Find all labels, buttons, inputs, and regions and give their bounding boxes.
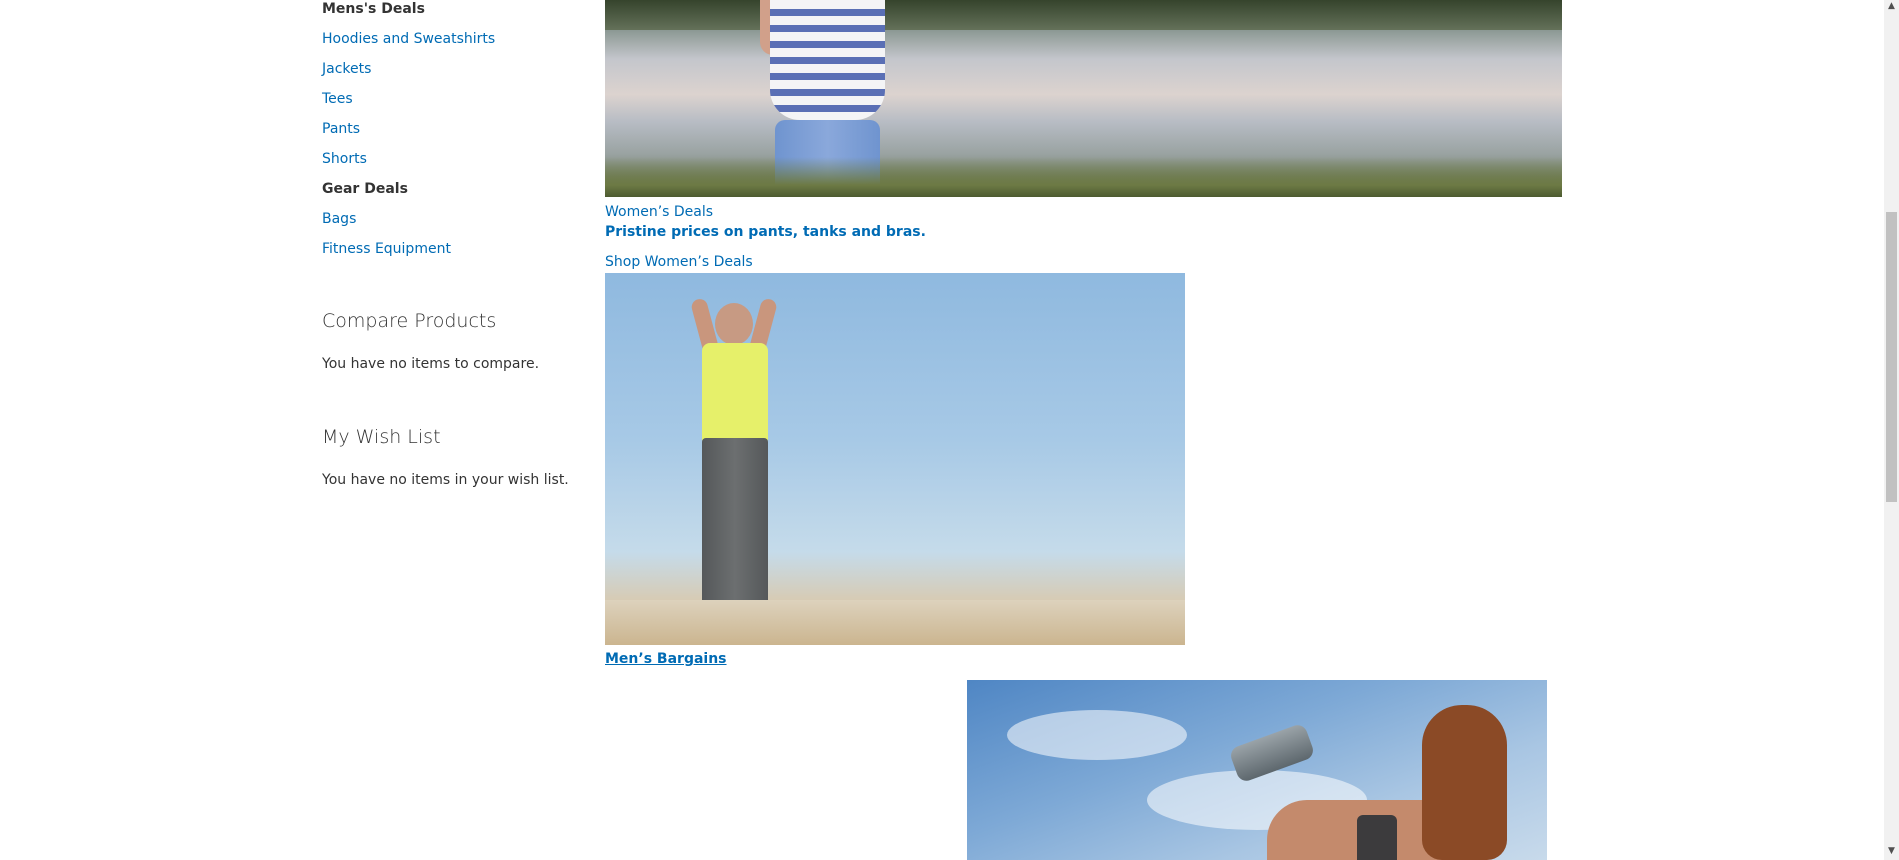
compare-products-title: Compare Products (322, 310, 497, 332)
runner-striped-shirt (770, 0, 885, 120)
woman-hair (1422, 705, 1507, 860)
womens-deals-link[interactable]: Women’s Deals (605, 204, 713, 220)
sidebar-item-tees[interactable]: Tees (322, 91, 353, 107)
sidebar-item-jackets[interactable]: Jackets (322, 61, 371, 77)
beach-sand (605, 600, 1185, 645)
shop-womens-deals-link[interactable]: Shop Women’s Deals (605, 254, 753, 270)
sidebar-item-bags[interactable]: Bags (322, 211, 356, 227)
woman-drinking-image[interactable] (967, 680, 1547, 860)
mens-deals-heading: Mens's Deals (322, 1, 425, 17)
mens-bargains-link[interactable]: Men’s Bargains (605, 651, 727, 667)
cloud (1007, 710, 1187, 760)
sidebar-item-shorts[interactable]: Shorts (322, 151, 367, 167)
gear-deals-heading: Gear Deals (322, 181, 408, 197)
scrollbar-thumb[interactable] (1886, 212, 1897, 502)
scroll-down-icon[interactable]: ▼ (1888, 847, 1895, 856)
tree-line (605, 0, 1562, 30)
mens-bargains-image[interactable] (605, 273, 1185, 645)
wish-list-title: My Wish List (322, 426, 441, 448)
sidebar-item-hoodies-and-sweatshirts[interactable]: Hoodies and Sweatshirts (322, 31, 495, 47)
womens-deals-banner-image[interactable] (605, 0, 1562, 197)
womens-deals-promo-text: Pristine prices on pants, tanks and bras… (605, 224, 926, 240)
wish-list-empty-text: You have no items in your wish list. (322, 472, 569, 488)
compare-empty-text: You have no items to compare. (322, 356, 540, 372)
grass (605, 157, 1562, 197)
man-yellow-tank (702, 343, 768, 443)
sidebar-item-pants[interactable]: Pants (322, 121, 360, 137)
man-head (715, 303, 753, 345)
man-gray-pants (702, 438, 768, 623)
sidebar-item-fitness-equipment[interactable]: Fitness Equipment (322, 241, 451, 257)
woman-top-strap (1357, 815, 1397, 860)
scroll-up-icon[interactable]: ▲ (1888, 2, 1895, 11)
